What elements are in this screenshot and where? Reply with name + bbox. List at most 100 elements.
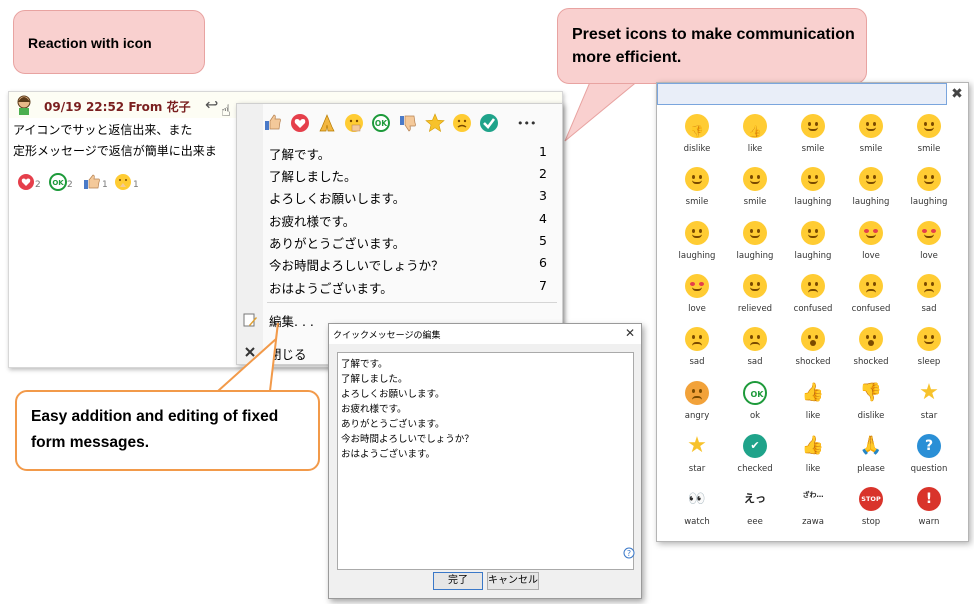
icon-palette: ✖ 👎 dislike 👍 like smile smile smile smile smile… [656, 82, 969, 542]
cancel-button[interactable]: キャンセル [487, 572, 539, 590]
menu-item-1[interactable]: 了解です。 1 [269, 144, 551, 164]
palette-item-ok[interactable]: OK ok [726, 377, 784, 430]
palette-item-laughing[interactable]: laughing [900, 163, 958, 216]
palette-item-smile[interactable]: smile [900, 110, 958, 163]
palette-item-shocked[interactable]: shocked [784, 323, 842, 376]
ok-icon[interactable]: OK [371, 113, 391, 133]
palette-item-sad[interactable]: sad [726, 323, 784, 376]
reaction-ok[interactable]: OK 2 [49, 173, 73, 195]
message-line-2: 定形メッセージで返信が簡単に出来ま [13, 144, 217, 158]
palette-item-label: confused [793, 304, 833, 314]
like-icon: 👍 [801, 435, 825, 456]
palette-item-sad[interactable]: sad [900, 270, 958, 323]
menu-item-label: おはようございます。 [269, 281, 393, 296]
palette-item-laughing[interactable]: laughing [726, 217, 784, 270]
reaction-dislike[interactable]: 1 [113, 173, 139, 195]
palette-item-watch[interactable]: 👀 watch [668, 483, 726, 536]
palette-item-confused[interactable]: confused [842, 270, 900, 323]
editor-line: 了解です。 [341, 359, 388, 370]
palette-item-dislike[interactable]: 👎 dislike [842, 377, 900, 430]
dialog-close-icon[interactable]: ✕ [625, 326, 635, 340]
angry-icon [685, 381, 709, 405]
palette-item-stop[interactable]: STOP stop [842, 483, 900, 536]
menu-item-7[interactable]: おはようございます。 7 [269, 278, 551, 298]
palette-item-checked[interactable]: ✔ checked [726, 430, 784, 483]
love-icon[interactable] [290, 113, 310, 133]
svg-text:?: ? [627, 549, 631, 558]
palette-item-angry[interactable]: angry [668, 377, 726, 430]
palette-item-laughing[interactable]: laughing [668, 217, 726, 270]
palette-item-label: warn [918, 517, 940, 527]
dislike-icon: 👎 [685, 114, 709, 138]
help-icon[interactable]: ? [623, 547, 635, 559]
palette-item-love[interactable]: love [668, 270, 726, 323]
more-icon[interactable]: ••• [517, 117, 536, 130]
ok-button[interactable]: 完了 [433, 572, 483, 590]
eee-icon: えっ [744, 492, 766, 505]
laughing-icon [917, 167, 941, 191]
palette-item-smile[interactable]: smile [784, 110, 842, 163]
palette-item-like[interactable]: 👍 like [784, 377, 842, 430]
palette-item-sad[interactable]: sad [668, 323, 726, 376]
menu-item-num: 5 [539, 233, 547, 248]
reaction-like[interactable]: 1 [82, 173, 108, 195]
shocked-icon [859, 327, 883, 351]
palette-item-laughing[interactable]: laughing [784, 217, 842, 270]
like-icon[interactable] [263, 113, 283, 133]
reaction-love[interactable]: 2 [17, 173, 41, 195]
menu-item-5[interactable]: ありがとうございます。 5 [269, 233, 551, 253]
palette-item-smile[interactable]: smile [668, 163, 726, 216]
palette-item-warn[interactable]: ! warn [900, 483, 958, 536]
palette-item-label: checked [737, 464, 773, 474]
palette-item-please[interactable]: 🙏 please [842, 430, 900, 483]
reaction-toolbar: OK ••• [263, 112, 563, 138]
checked-icon[interactable] [479, 113, 499, 133]
menu-item-6[interactable]: 今お時間よろしいでしょうか？ 6 [269, 255, 551, 275]
palette-item-love[interactable]: love [842, 217, 900, 270]
menu-item-3[interactable]: よろしくお願いします。 3 [269, 188, 551, 208]
palette-item-like[interactable]: 👍 like [784, 430, 842, 483]
palette-item-like[interactable]: 👍 like [726, 110, 784, 163]
please-icon[interactable] [317, 113, 337, 133]
palette-item-label: laughing [794, 251, 832, 261]
palette-item-label: laughing [678, 251, 716, 261]
palette-item-smile[interactable]: smile [726, 163, 784, 216]
smile-icon [801, 114, 825, 138]
dislike-icon[interactable] [398, 113, 418, 133]
palette-item-dislike[interactable]: 👎 dislike [668, 110, 726, 163]
palette-item-label: relieved [737, 304, 773, 314]
palette-item-label: smile [685, 197, 709, 207]
palette-item-confused[interactable]: confused [784, 270, 842, 323]
menu-item-2[interactable]: 了解しました。 2 [269, 166, 551, 186]
palette-close-icon[interactable]: ✖ [946, 83, 968, 105]
palette-item-laughing[interactable]: laughing [842, 163, 900, 216]
palette-item-question[interactable]: ? question [900, 430, 958, 483]
confused-icon[interactable] [452, 113, 472, 133]
reaction-like-count: 1 [102, 180, 108, 190]
palette-item-love[interactable]: love [900, 217, 958, 270]
reply-icon[interactable]: ↩ [205, 95, 218, 114]
palette-item-zawa[interactable]: ざわ… zawa [784, 483, 842, 536]
svg-text:OK: OK [52, 179, 64, 187]
confused-icon [801, 274, 825, 298]
palette-item-smile[interactable]: smile [842, 110, 900, 163]
palette-item-eee[interactable]: えっ eee [726, 483, 784, 536]
laughing-icon [743, 221, 767, 245]
star-icon: ★ [687, 433, 707, 458]
menu-item-4[interactable]: お疲れ様です。 4 [269, 211, 551, 231]
star-icon[interactable] [425, 113, 445, 133]
message-editor[interactable]: 了解です。 了解しました。 よろしくお願いします。 お疲れ様です。 ありがとうご… [337, 352, 634, 570]
palette-search-bar[interactable] [657, 83, 947, 105]
ok-icon: OK [743, 381, 767, 405]
thinking-icon[interactable] [344, 113, 364, 133]
editor-line: おはようございます。 [341, 449, 436, 460]
palette-item-relieved[interactable]: relieved [726, 270, 784, 323]
palette-item-shocked[interactable]: shocked [842, 323, 900, 376]
palette-item-star[interactable]: ★ star [668, 430, 726, 483]
palette-item-label: smile [801, 144, 825, 154]
love-icon [917, 221, 941, 245]
palette-item-laughing[interactable]: laughing [784, 163, 842, 216]
like-icon: 👍 [743, 114, 767, 138]
palette-item-star[interactable]: ★ star [900, 377, 958, 430]
palette-item-sleep[interactable]: sleep [900, 323, 958, 376]
